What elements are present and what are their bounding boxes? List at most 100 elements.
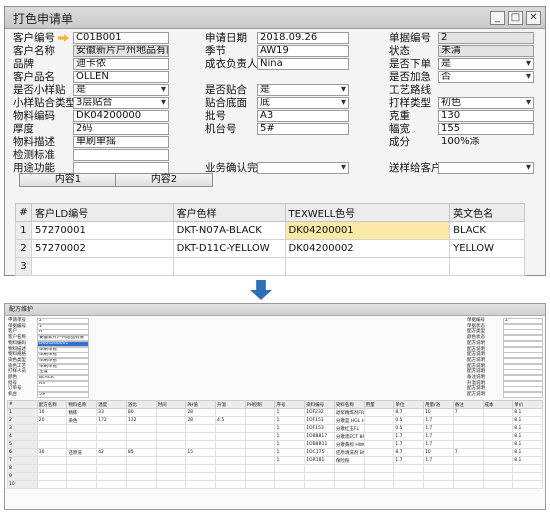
table-cell[interactable] xyxy=(244,440,276,449)
table-cell[interactable] xyxy=(333,480,365,489)
text-field[interactable]: 5# xyxy=(257,123,349,135)
table-cell[interactable] xyxy=(96,440,127,449)
table-cell[interactable]: 1 xyxy=(274,432,306,441)
column-header[interactable]: 单位 xyxy=(393,400,425,409)
ld-number-cell[interactable]: 57270002 xyxy=(30,239,174,258)
table-row[interactable]: 9 xyxy=(7,472,543,481)
english-color-cell[interactable] xyxy=(449,257,525,276)
table-cell[interactable] xyxy=(185,424,217,433)
table-cell[interactable] xyxy=(304,480,335,489)
table-row[interactable]: 6 30 还原洗 42 85 15 1 1OC175 还原清洗剂 BS 8.7 10 7 8.1 xyxy=(7,448,543,457)
table-cell[interactable] xyxy=(215,480,246,489)
text-field[interactable]: 2018.09.26 xyxy=(257,32,349,44)
texwell-color-cell[interactable]: DK04200002 xyxy=(284,239,451,258)
table-cell[interactable]: 1 xyxy=(274,456,306,465)
select-field[interactable]: 否 xyxy=(438,71,534,83)
texwell-color-cell[interactable] xyxy=(284,257,451,276)
english-color-cell[interactable]: BLACK xyxy=(449,221,525,240)
table-row[interactable]: 10 xyxy=(7,480,543,489)
table-cell[interactable]: 8.1 xyxy=(512,432,543,441)
table-row[interactable]: 1 57270001 DKT-N07A-BLACK DK04200001 BLA… xyxy=(15,221,525,240)
text-field[interactable]: AW19 xyxy=(257,45,349,57)
table-cell[interactable] xyxy=(423,472,454,481)
table-cell[interactable] xyxy=(482,480,514,489)
column-header[interactable]: 温度 xyxy=(96,400,127,409)
table-row[interactable]: 5 1 1OB8B11 分散黄棕 HWC 1.7 1.7 8.1 xyxy=(7,440,543,449)
table-cell[interactable] xyxy=(244,408,276,417)
table-cell[interactable] xyxy=(363,464,395,473)
table-row[interactable]: 3 1 1OF153 分散红玉FL 0.5 1.7 8.1 xyxy=(7,424,543,433)
table-row[interactable]: 1 10 精练 33 80 28 1 1OF232 退浆精炼剂FR 8.7 10 7 8.1 xyxy=(7,408,543,417)
table-cell[interactable] xyxy=(244,472,276,481)
table-cell[interactable] xyxy=(363,480,395,489)
table-cell[interactable] xyxy=(274,480,306,489)
table-cell[interactable] xyxy=(155,440,187,449)
table-cell[interactable] xyxy=(393,464,425,473)
table-cell[interactable] xyxy=(125,456,157,465)
table-cell[interactable]: 1OB8817 xyxy=(304,432,335,441)
text-field[interactable] xyxy=(503,392,543,399)
table-cell[interactable]: 1 xyxy=(274,440,306,449)
customer-sample-cell[interactable]: DKT-D11C-YELLOW xyxy=(172,239,286,258)
table-cell[interactable]: 8.1 xyxy=(512,440,543,449)
text-field[interactable]: 2 xyxy=(438,32,534,44)
table-cell[interactable]: 7 xyxy=(452,408,484,417)
table-cell[interactable]: 染色 xyxy=(66,416,98,425)
text-field[interactable]: 5# xyxy=(37,392,89,399)
table-cell[interactable] xyxy=(36,480,68,489)
table-cell[interactable] xyxy=(482,432,514,441)
table-cell[interactable] xyxy=(66,480,98,489)
column-header[interactable]: # xyxy=(7,400,38,409)
column-header-index[interactable]: # xyxy=(15,203,32,222)
table-cell[interactable] xyxy=(125,432,157,441)
table-cell[interactable]: 8.1 xyxy=(512,424,543,433)
table-cell[interactable] xyxy=(36,456,68,465)
table-cell[interactable] xyxy=(155,424,187,433)
customer-sample-cell[interactable] xyxy=(172,257,286,276)
table-row[interactable]: 3 xyxy=(15,257,525,276)
table-cell[interactable] xyxy=(482,424,514,433)
table-cell[interactable]: 1.7 xyxy=(393,432,425,441)
table-cell[interactable]: 30 xyxy=(36,448,68,457)
select-field[interactable]: 是 xyxy=(438,58,534,70)
column-header[interactable]: 配方名称 xyxy=(36,400,68,409)
table-cell[interactable]: 退浆精炼剂FR xyxy=(333,408,365,417)
table-cell[interactable]: 1 xyxy=(274,408,306,417)
table-cell[interactable]: 分散黑ECT 8F-B bx xyxy=(333,432,365,441)
table-cell[interactable] xyxy=(96,424,127,433)
table-cell[interactable]: 1.7 xyxy=(393,440,425,449)
table-cell[interactable]: 33 xyxy=(96,408,127,417)
link-arrow-icon[interactable] xyxy=(58,34,69,42)
table-cell[interactable] xyxy=(244,464,276,473)
text-field[interactable]: 2码 xyxy=(73,123,169,135)
column-header-english-color[interactable]: 英文色名 xyxy=(449,203,525,222)
table-cell[interactable] xyxy=(482,440,514,449)
column-header[interactable]: 序号 xyxy=(274,400,306,409)
table-cell[interactable] xyxy=(393,472,425,481)
table-cell[interactable] xyxy=(96,432,127,441)
table-cell[interactable]: 1.7 xyxy=(423,440,454,449)
text-field[interactable]: A3 xyxy=(257,110,349,122)
text-field[interactable]: C01B001 xyxy=(73,32,169,44)
select-field[interactable] xyxy=(257,162,349,174)
table-cell[interactable]: 1OC175 xyxy=(304,448,335,457)
tab-content-2[interactable]: 内容2 xyxy=(115,173,213,187)
column-header[interactable]: PH值 xyxy=(185,400,217,409)
column-header[interactable]: 染料名称 xyxy=(333,400,365,409)
table-cell[interactable]: 10 xyxy=(423,448,454,457)
table-cell[interactable] xyxy=(363,432,395,441)
column-header[interactable]: 单价 xyxy=(512,400,543,409)
table-cell[interactable]: 还原洗 xyxy=(66,448,98,457)
table-row[interactable]: 7 1 1OR181 保险粉 1.7 1.7 8.1 xyxy=(7,456,543,465)
table-cell[interactable] xyxy=(155,472,187,481)
table-cell[interactable] xyxy=(244,432,276,441)
table-cell[interactable]: 42 xyxy=(96,448,127,457)
table-cell[interactable] xyxy=(215,472,246,481)
table-cell[interactable]: 85 xyxy=(125,448,157,457)
select-field[interactable] xyxy=(438,162,534,174)
text-field[interactable]: 未清 xyxy=(438,45,534,57)
table-cell[interactable] xyxy=(155,416,187,425)
table-cell[interactable] xyxy=(96,456,127,465)
table-cell[interactable]: 分散红玉FL xyxy=(333,424,365,433)
column-header-customer-sample[interactable]: 客户色样 xyxy=(172,203,286,222)
